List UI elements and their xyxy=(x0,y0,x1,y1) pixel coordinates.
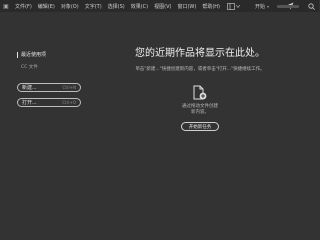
workspace-switcher[interactable]: 开始 ▾ xyxy=(255,3,269,10)
app-logo-icon[interactable]: ▣ xyxy=(0,0,12,12)
description: 单击"新建..."快捷创建新内容，或者单击"打开..."快捷继续工作。 xyxy=(135,67,265,72)
menu-edit[interactable]: 编辑(E) xyxy=(35,3,58,10)
layout-icon[interactable] xyxy=(227,2,235,10)
menu-object[interactable]: 对象(O) xyxy=(58,3,82,10)
search-field[interactable] xyxy=(277,4,299,8)
new-button-label: 新建... xyxy=(22,85,37,91)
drop-hint: 通过拖动文件创建 新内容。 xyxy=(100,104,300,116)
menu-type[interactable]: 文字(T) xyxy=(82,3,105,10)
start-new-button[interactable]: 开始新任务 xyxy=(181,122,219,131)
open-button[interactable]: 打开... Ctrl+O xyxy=(17,98,81,107)
sidebar-item-recent[interactable]: 最近使用项 xyxy=(17,52,87,58)
open-button-label: 打开... xyxy=(22,100,37,106)
menu-file[interactable]: 文件(F) xyxy=(12,3,35,10)
add-file-icon xyxy=(193,85,207,101)
sidebar-item-cc-files[interactable]: CC 文件 xyxy=(17,64,87,70)
menu-select[interactable]: 选择(S) xyxy=(105,3,128,10)
main-panel: 您的近期作品将显示在此处。 单击"新建..."快捷创建新内容，或者单击"打开..… xyxy=(100,44,300,131)
new-shortcut: Ctrl+N xyxy=(62,85,76,90)
open-shortcut: Ctrl+O xyxy=(62,100,76,105)
search-icon[interactable] xyxy=(307,2,315,10)
page-title: 您的近期作品将显示在此处。 xyxy=(135,48,265,59)
chevron-down-icon[interactable] xyxy=(235,2,240,10)
new-button[interactable]: 新建... Ctrl+N xyxy=(17,83,81,92)
drop-hint-line2: 新内容。 xyxy=(191,110,209,115)
menu-help[interactable]: 帮助(H) xyxy=(199,3,223,10)
menu-effect[interactable]: 效果(C) xyxy=(128,3,151,10)
sidebar: 最近使用项 CC 文件 新建... Ctrl+N 打开... Ctrl+O xyxy=(17,52,87,107)
menu-window[interactable]: 窗口(W) xyxy=(174,3,199,10)
workspace-label: 开始 xyxy=(254,3,265,10)
chevron-down-icon: ▾ xyxy=(266,3,269,9)
menu-view[interactable]: 视图(V) xyxy=(151,3,174,10)
menu-bar: ▣ 文件(F) 编辑(E) 对象(O) 文字(T) 选择(S) 效果(C) 视图… xyxy=(0,0,319,12)
